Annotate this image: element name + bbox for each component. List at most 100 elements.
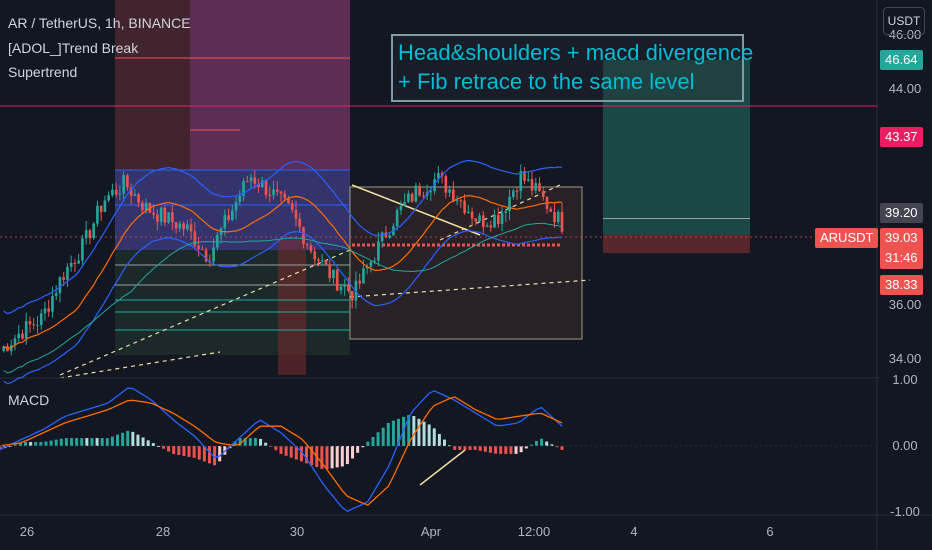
candle-body <box>407 193 410 203</box>
histogram-bar <box>151 443 155 446</box>
candle-body <box>264 180 268 195</box>
candle-body <box>504 211 508 213</box>
symbol-legend[interactable]: AR / TetherUS, 1h, BINANCE <box>8 15 191 31</box>
macd-tick-label: 1.00 <box>892 372 917 387</box>
histogram-bar <box>458 446 462 450</box>
candle-body <box>275 189 279 192</box>
candle-body <box>193 231 197 246</box>
candle-body <box>459 200 463 202</box>
candle-body <box>388 235 391 238</box>
entry-price-tag: 39.20 <box>880 203 923 223</box>
candle-body <box>54 293 58 296</box>
histogram-bar <box>504 446 508 454</box>
histogram-bar <box>177 446 181 455</box>
candle-body <box>549 208 553 213</box>
candle-body <box>332 269 335 278</box>
price-tick-label: 44.00 <box>889 81 922 96</box>
candle-body <box>448 189 451 193</box>
macd-legend[interactable]: MACD <box>8 392 49 408</box>
histogram-bar <box>44 441 48 446</box>
histogram-bar <box>59 438 63 446</box>
histogram-bar <box>95 438 99 446</box>
candle-body <box>343 285 347 287</box>
candle-body <box>88 230 92 238</box>
candle-body <box>197 245 200 250</box>
histogram-bar <box>274 446 278 451</box>
currency-button[interactable]: USDT <box>883 7 925 35</box>
candle-body <box>66 266 69 280</box>
candle-body <box>137 194 140 203</box>
candle-body <box>144 202 148 211</box>
candle-body <box>47 308 51 312</box>
histogram-bar <box>356 446 360 453</box>
candle-body <box>317 259 320 262</box>
annotation-textbox[interactable]: Head&shoulders + macd divergence + Fib r… <box>391 34 754 102</box>
histogram-bar <box>192 446 196 458</box>
histogram-bar <box>218 446 222 462</box>
histogram-bar <box>534 440 538 446</box>
candle-body <box>43 308 47 314</box>
histogram-bar <box>29 442 33 446</box>
candle-body <box>395 209 399 227</box>
histogram-bar <box>284 446 288 456</box>
candle-body <box>171 212 174 223</box>
candle-body <box>279 191 283 194</box>
candle-body <box>455 200 459 202</box>
indicator-legend-trend-break[interactable]: [ADOL_]Trend Break <box>8 40 138 56</box>
candle-body <box>515 190 519 192</box>
histogram-bar <box>39 442 43 446</box>
candle-body <box>39 313 43 326</box>
level-price-tag: 43.37 <box>880 127 923 147</box>
time-tick-label: 28 <box>156 524 170 539</box>
histogram-bar <box>49 440 53 446</box>
candle-body <box>126 175 129 188</box>
time-tick-label: 6 <box>766 524 773 539</box>
histogram-bar <box>499 446 503 454</box>
histogram-bar <box>289 446 293 458</box>
candle-body <box>159 207 163 222</box>
candle-body <box>32 324 36 326</box>
candle-body <box>328 264 332 278</box>
macd-histogram <box>0 415 564 470</box>
candle-body <box>309 245 313 252</box>
candle-body <box>77 260 80 264</box>
candle-body <box>122 175 125 194</box>
price-tick-label: 36.00 <box>889 297 922 312</box>
histogram-bar <box>540 438 544 446</box>
candle-body <box>253 177 257 184</box>
candle-body <box>553 212 556 223</box>
candle-body <box>530 179 534 191</box>
candle-body <box>186 224 189 230</box>
histogram-bar <box>381 427 385 446</box>
histogram-bar <box>468 446 472 450</box>
candle-body <box>28 321 32 325</box>
target-price-tag: 46.64 <box>880 50 923 70</box>
candle-body <box>463 200 466 213</box>
histogram-bar <box>24 442 28 446</box>
histogram-bar <box>509 446 513 454</box>
indicator-legend-supertrend[interactable]: Supertrend <box>8 64 77 80</box>
candle-body <box>152 212 155 215</box>
candle-body <box>92 223 95 238</box>
candle-body <box>234 202 238 211</box>
candle-body <box>294 209 298 219</box>
candle-body <box>111 189 114 196</box>
candle-body <box>156 214 159 222</box>
histogram-bar <box>248 438 252 446</box>
annotation-line-1: Head&shoulders + macd divergence <box>398 40 754 65</box>
candle-body <box>534 183 538 191</box>
candle-body <box>118 193 122 195</box>
histogram-bar <box>442 439 446 446</box>
histogram-bar <box>371 437 375 446</box>
histogram-bar <box>207 446 211 464</box>
histogram-bar <box>141 437 145 446</box>
candle-body <box>58 277 62 294</box>
histogram-bar <box>473 446 477 450</box>
candle-body <box>541 191 545 198</box>
histogram-bar <box>110 436 114 446</box>
candle-body <box>21 333 24 339</box>
candle-body <box>215 235 219 248</box>
histogram-bar <box>131 431 135 446</box>
histogram-bar <box>54 439 58 446</box>
candle-body <box>511 190 515 197</box>
